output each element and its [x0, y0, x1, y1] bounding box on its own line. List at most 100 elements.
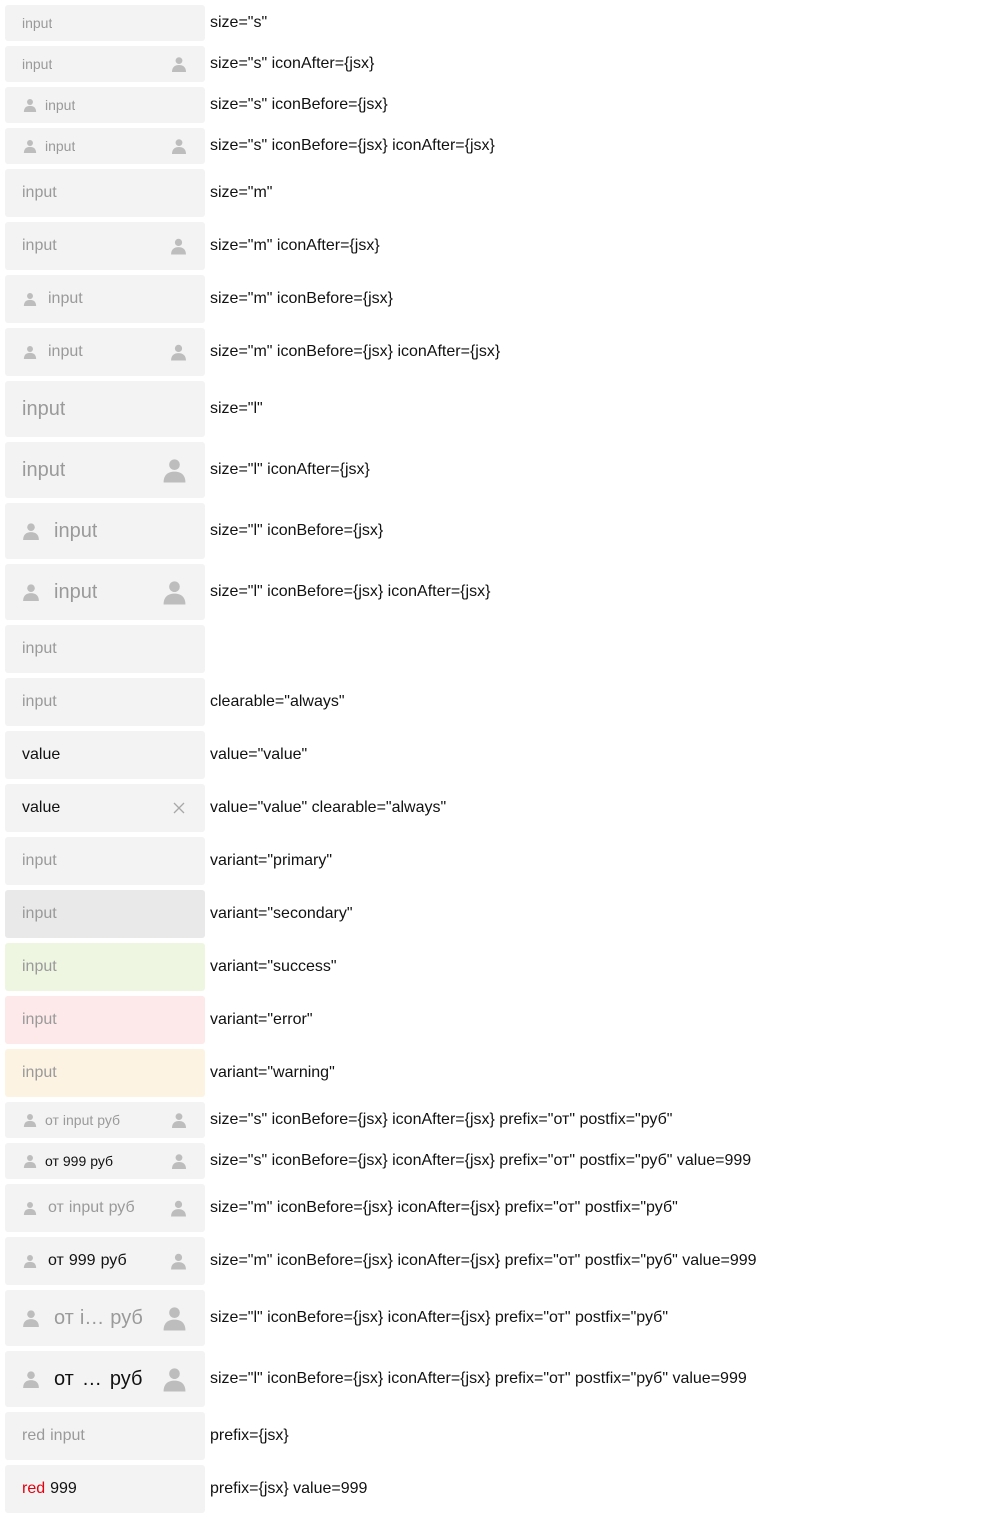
- row-caption: prefix={jsx} value=999: [210, 1480, 368, 1497]
- text-input-m[interactable]: red 999: [5, 1465, 205, 1513]
- text-input-s[interactable]: от 999 руб: [5, 1143, 205, 1179]
- text-input-s[interactable]: от input руб: [5, 1102, 205, 1138]
- user-icon: [23, 139, 37, 153]
- text-input-s[interactable]: input: [5, 46, 205, 82]
- text-input-s[interactable]: input: [5, 87, 205, 123]
- input-prefix: от: [54, 1367, 74, 1390]
- input-postfix: руб: [110, 1306, 143, 1329]
- input-postfix: руб: [97, 1112, 121, 1128]
- input-postfix: руб: [109, 1367, 143, 1390]
- input-placeholder: input: [54, 519, 98, 542]
- input-placeholder: input: [22, 56, 53, 72]
- user-icon: [171, 56, 187, 72]
- input-placeholder: input: [22, 640, 57, 657]
- input-value: 999: [62, 1153, 87, 1169]
- input-placeholder: input: [50, 1427, 85, 1444]
- user-icon: [22, 583, 40, 601]
- input-content: от … руб: [54, 1351, 142, 1407]
- input-prefix: red: [22, 1427, 46, 1444]
- user-icon: [23, 1113, 37, 1127]
- user-icon: [162, 1367, 187, 1392]
- input-placeholder: input: [22, 958, 57, 975]
- input-placeholder: input: [22, 693, 57, 710]
- text-input-l[interactable]: input: [5, 503, 205, 559]
- input-content: от input руб: [48, 1184, 135, 1232]
- input-row: input variant="warning": [5, 1049, 965, 1097]
- input-row: от 999 руб size="s" iconBefore={jsx} ico…: [5, 1143, 965, 1179]
- text-input-l[interactable]: input: [5, 381, 205, 437]
- text-input-m[interactable]: value: [5, 731, 205, 779]
- text-input-m[interactable]: input: [5, 169, 205, 217]
- input-row: value value="value": [5, 731, 965, 779]
- input-row: input size="l" iconBefore={jsx} iconAfte…: [5, 564, 965, 620]
- text-input-m[interactable]: input: [5, 275, 205, 323]
- text-input-m[interactable]: input: [5, 328, 205, 376]
- input-row: input size="s" iconBefore={jsx}: [5, 87, 965, 123]
- text-input-warning[interactable]: input: [5, 1049, 205, 1097]
- text-input-error[interactable]: input: [5, 996, 205, 1044]
- text-input-m[interactable]: input: [5, 222, 205, 270]
- input-content: от input руб: [45, 1102, 120, 1138]
- input-placeholder: input: [54, 580, 98, 603]
- user-icon: [162, 580, 187, 605]
- input-row: от i… руб size="l" iconBefore={jsx} icon…: [5, 1290, 965, 1346]
- input-row: input variant="error": [5, 996, 965, 1044]
- input-row: input size="m" iconAfter={jsx}: [5, 222, 965, 270]
- text-input-m[interactable]: от 999 руб: [5, 1237, 205, 1285]
- close-icon[interactable]: [173, 802, 185, 814]
- row-caption: prefix={jsx}: [210, 1427, 289, 1444]
- text-input-l[interactable]: от i… руб: [5, 1290, 205, 1346]
- row-caption: size="s": [210, 14, 268, 31]
- row-caption: size="l" iconBefore={jsx} iconAfter={jsx…: [210, 583, 491, 600]
- input-row: input size="m": [5, 169, 965, 217]
- input-placeholder: input: [45, 138, 76, 154]
- input-row: от … руб size="l" iconBefore={jsx} iconA…: [5, 1351, 965, 1407]
- input-prefix: red: [22, 1480, 46, 1497]
- input-placeholder: i…: [79, 1306, 105, 1329]
- user-icon: [170, 1200, 187, 1217]
- text-input-m[interactable]: input: [5, 625, 205, 673]
- input-placeholder: input: [48, 343, 83, 360]
- input-content: от i… руб: [54, 1290, 143, 1346]
- text-input-m[interactable]: input: [5, 678, 205, 726]
- input-row: input: [5, 625, 965, 673]
- input-placeholder: input: [22, 15, 53, 31]
- text-input-m[interactable]: от input руб: [5, 1184, 205, 1232]
- text-input-m[interactable]: value: [5, 784, 205, 832]
- input-row: от input руб size="s" iconBefore={jsx} i…: [5, 1102, 965, 1138]
- row-caption: variant="primary": [210, 852, 333, 869]
- user-icon: [22, 522, 40, 540]
- text-input-s[interactable]: input: [5, 5, 205, 41]
- row-caption: size="m" iconBefore={jsx}: [210, 290, 394, 307]
- text-input-s[interactable]: input: [5, 128, 205, 164]
- user-icon: [23, 292, 37, 306]
- input-row: input size="l" iconBefore={jsx}: [5, 503, 965, 559]
- text-input-m[interactable]: red input: [5, 1412, 205, 1460]
- input-postfix: руб: [108, 1199, 135, 1216]
- text-input-secondary[interactable]: input: [5, 890, 205, 938]
- text-input-l[interactable]: от … руб: [5, 1351, 205, 1407]
- user-icon: [23, 1201, 37, 1215]
- row-caption: size="m" iconBefore={jsx} iconAfter={jsx…: [210, 1252, 757, 1269]
- input-placeholder: input: [22, 397, 66, 420]
- text-input-l[interactable]: input: [5, 442, 205, 498]
- row-caption: size="m": [210, 184, 273, 201]
- input-row: input variant="primary": [5, 837, 965, 885]
- user-icon: [23, 1154, 37, 1168]
- row-caption: size="s" iconBefore={jsx} iconAfter={jsx…: [210, 137, 495, 154]
- user-icon: [170, 238, 187, 255]
- row-caption: size="s" iconBefore={jsx} iconAfter={jsx…: [210, 1152, 752, 1169]
- input-row: input size="s" iconBefore={jsx} iconAfte…: [5, 128, 965, 164]
- row-caption: size="s" iconBefore={jsx}: [210, 96, 388, 113]
- input-row: input size="l": [5, 381, 965, 437]
- input-row: от 999 руб size="m" iconBefore={jsx} ico…: [5, 1237, 965, 1285]
- input-value: …: [81, 1367, 102, 1390]
- input-content: от 999 руб: [45, 1143, 113, 1179]
- input-placeholder: input: [68, 1199, 104, 1216]
- text-input-primary[interactable]: input: [5, 837, 205, 885]
- input-value: value: [22, 799, 61, 816]
- text-input-success[interactable]: input: [5, 943, 205, 991]
- text-input-l[interactable]: input: [5, 564, 205, 620]
- input-row: red input prefix={jsx}: [5, 1412, 965, 1460]
- input-row: input size="l" iconAfter={jsx}: [5, 442, 965, 498]
